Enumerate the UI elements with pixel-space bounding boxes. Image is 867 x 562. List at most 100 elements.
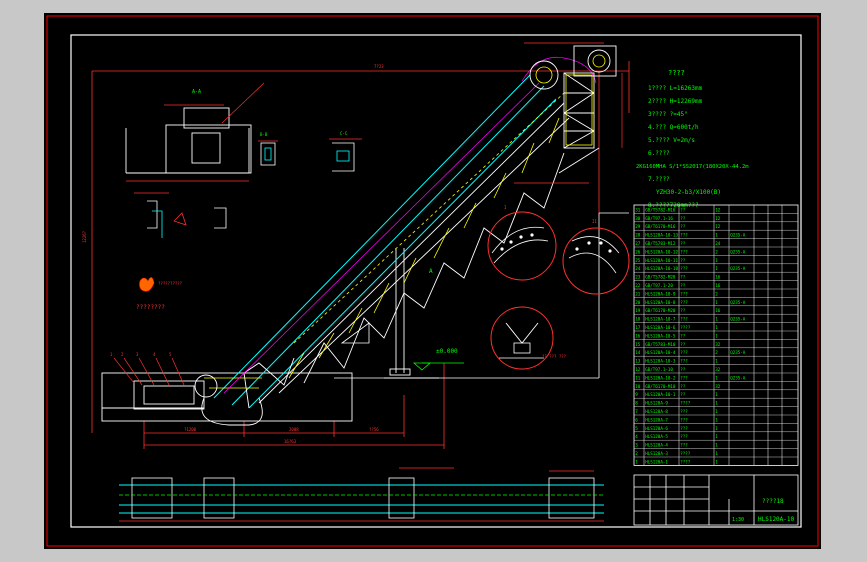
- bom-cell: HLS120A-10-3: [645, 359, 676, 364]
- bom-cell: HLS120A-6: [645, 426, 668, 431]
- svg-text:3: 3: [136, 352, 139, 357]
- dimension-texts: 1226? ?1200 2008 ??56 16?63 7?23: [82, 64, 384, 444]
- bom-cell: ??: [680, 241, 686, 246]
- bom-cell: 16: [715, 275, 721, 280]
- technical-notes: ???? 1???? L=16263mm 2???? H=12269mm 3??…: [636, 69, 749, 209]
- support-column: [389, 248, 411, 376]
- bom-cell: 29: [635, 224, 641, 229]
- bom-cell: 16: [715, 283, 721, 288]
- note-line-1: 1???? L=16263mm: [648, 85, 703, 92]
- bom-cell: HLS120A-10-4: [645, 350, 676, 355]
- bom-cell: ????: [680, 451, 691, 456]
- bom-cell: ??: [680, 258, 686, 263]
- bom-cell: 2: [635, 451, 638, 456]
- bom-cell: 12: [715, 207, 721, 212]
- bom-cell: ???: [680, 434, 688, 439]
- bom-cell: HLS120A-7: [645, 417, 668, 422]
- bom-cell: 1: [715, 258, 718, 263]
- bom-cell: 1: [715, 266, 718, 271]
- bom-cell: ??: [680, 224, 686, 229]
- bom-cell: 14: [635, 350, 641, 355]
- bom-cell: ??: [680, 216, 686, 221]
- bom-cell: ??: [680, 392, 686, 397]
- bom-cell: 31: [635, 207, 641, 212]
- bom-cell: HLS120A-9: [645, 401, 668, 406]
- bom-cell: ????: [680, 325, 691, 330]
- bom-cell: 4: [635, 434, 638, 439]
- bom-cell: HLS120A-10-8: [645, 300, 676, 305]
- tail-station: [133, 374, 218, 410]
- tail-balloon-numbers: 1 2 3 4 5: [110, 352, 172, 357]
- bom-cell: 2: [715, 291, 718, 296]
- svg-text:2008: 2008: [289, 427, 299, 432]
- bom-cell: ???: [680, 233, 688, 238]
- bom-cell: HLS120A-10-13: [645, 233, 678, 238]
- bom-cell: ???: [680, 375, 688, 380]
- bom-cell: 1: [715, 317, 718, 322]
- svg-text:7?23: 7?23: [374, 64, 384, 69]
- bom-cell: 1: [715, 233, 718, 238]
- bom-cell: Q235-A: [730, 233, 746, 238]
- bom-cell: 2: [715, 249, 718, 254]
- bom-cell: ??: [680, 207, 686, 212]
- bom-cell: 1: [715, 434, 718, 439]
- svg-text:16?63: 16?63: [284, 439, 297, 444]
- bom-cell: 1: [715, 426, 718, 431]
- bom-cell: ????: [680, 459, 691, 464]
- logo-text: ????????: [136, 304, 165, 311]
- bom-cell: 5: [635, 426, 638, 431]
- bom-cell: 21: [635, 291, 641, 296]
- bom-cell: 6: [635, 417, 638, 422]
- bom-cell: GB/T97.1-10: [645, 367, 673, 372]
- section-aa-detail: A-A: [125, 82, 265, 182]
- bom-cell: HLS120A-10-2: [645, 375, 676, 380]
- section-aa-label: A-A: [192, 89, 201, 95]
- bom-cell: HLS120A-1: [645, 459, 668, 464]
- svg-text:B-B: B-B: [260, 132, 268, 137]
- bracket-details: [134, 192, 227, 238]
- drawing-canvas[interactable]: 1226? ?1200 2008 ??56 16?63 7?23 1 2 3 4…: [44, 13, 821, 549]
- bom-cell: ???: [680, 409, 688, 414]
- bom-cell: ???: [680, 300, 688, 305]
- bom-cell: GB/T6170-M10: [645, 384, 676, 389]
- bom-cell: Q235-A: [730, 300, 746, 305]
- bom-cell: ??: [680, 384, 686, 389]
- title-name: ????18: [762, 498, 784, 505]
- bom-cell: HLS120A-10-9: [645, 291, 676, 296]
- note-line-6: 6.????: [648, 150, 670, 157]
- bom-cell: 1: [715, 451, 718, 456]
- bom-cell: 17: [635, 325, 641, 330]
- bom-cell: Q235-A: [730, 350, 746, 355]
- bom-cell: ??: [680, 275, 686, 280]
- elevation-label: ±0.000: [436, 348, 458, 355]
- bom-cell: 12: [715, 216, 721, 221]
- svg-text:??56: ??56: [369, 427, 379, 432]
- bom-cell: 1: [715, 409, 718, 414]
- bom-cell: ??: [680, 333, 686, 338]
- bom-cell: 7: [635, 409, 638, 414]
- cad-viewport[interactable]: 1226? ?1200 2008 ??56 16?63 7?23 1 2 3 4…: [44, 13, 821, 549]
- foundation: [101, 372, 439, 422]
- bom-cell: 30: [635, 216, 641, 221]
- bom-cell: GB/T5783-M12: [645, 241, 676, 246]
- section-cc-detail: C-C: [329, 131, 362, 172]
- bom-cell: 1: [715, 375, 718, 380]
- bom-cell: 16: [715, 308, 721, 313]
- svg-text:?? ??? ???: ?? ??? ???: [542, 354, 567, 359]
- bom-cell: Q235-A: [730, 375, 746, 380]
- bom-cell: GB/T97.1-20: [645, 283, 673, 288]
- bom-cell: ???: [680, 317, 688, 322]
- bom-cell: ???: [680, 291, 688, 296]
- bom-cell: 8: [635, 401, 638, 406]
- dimension-lines: [91, 61, 630, 449]
- plan-view: [119, 467, 604, 522]
- notes-title: ????: [668, 69, 685, 77]
- bom-cell: 12: [715, 224, 721, 229]
- detail-circle-3: [490, 306, 554, 370]
- title-scale: 1:30: [732, 517, 744, 523]
- title-block: ????18 HLS120A-10 1:30: [633, 474, 799, 526]
- note-line-8: 7.????: [648, 176, 670, 183]
- company-logo: ??????????: [139, 277, 183, 292]
- note-line-5: 5.???? V=2m/s: [648, 137, 695, 144]
- bom-cell: 15: [635, 342, 641, 347]
